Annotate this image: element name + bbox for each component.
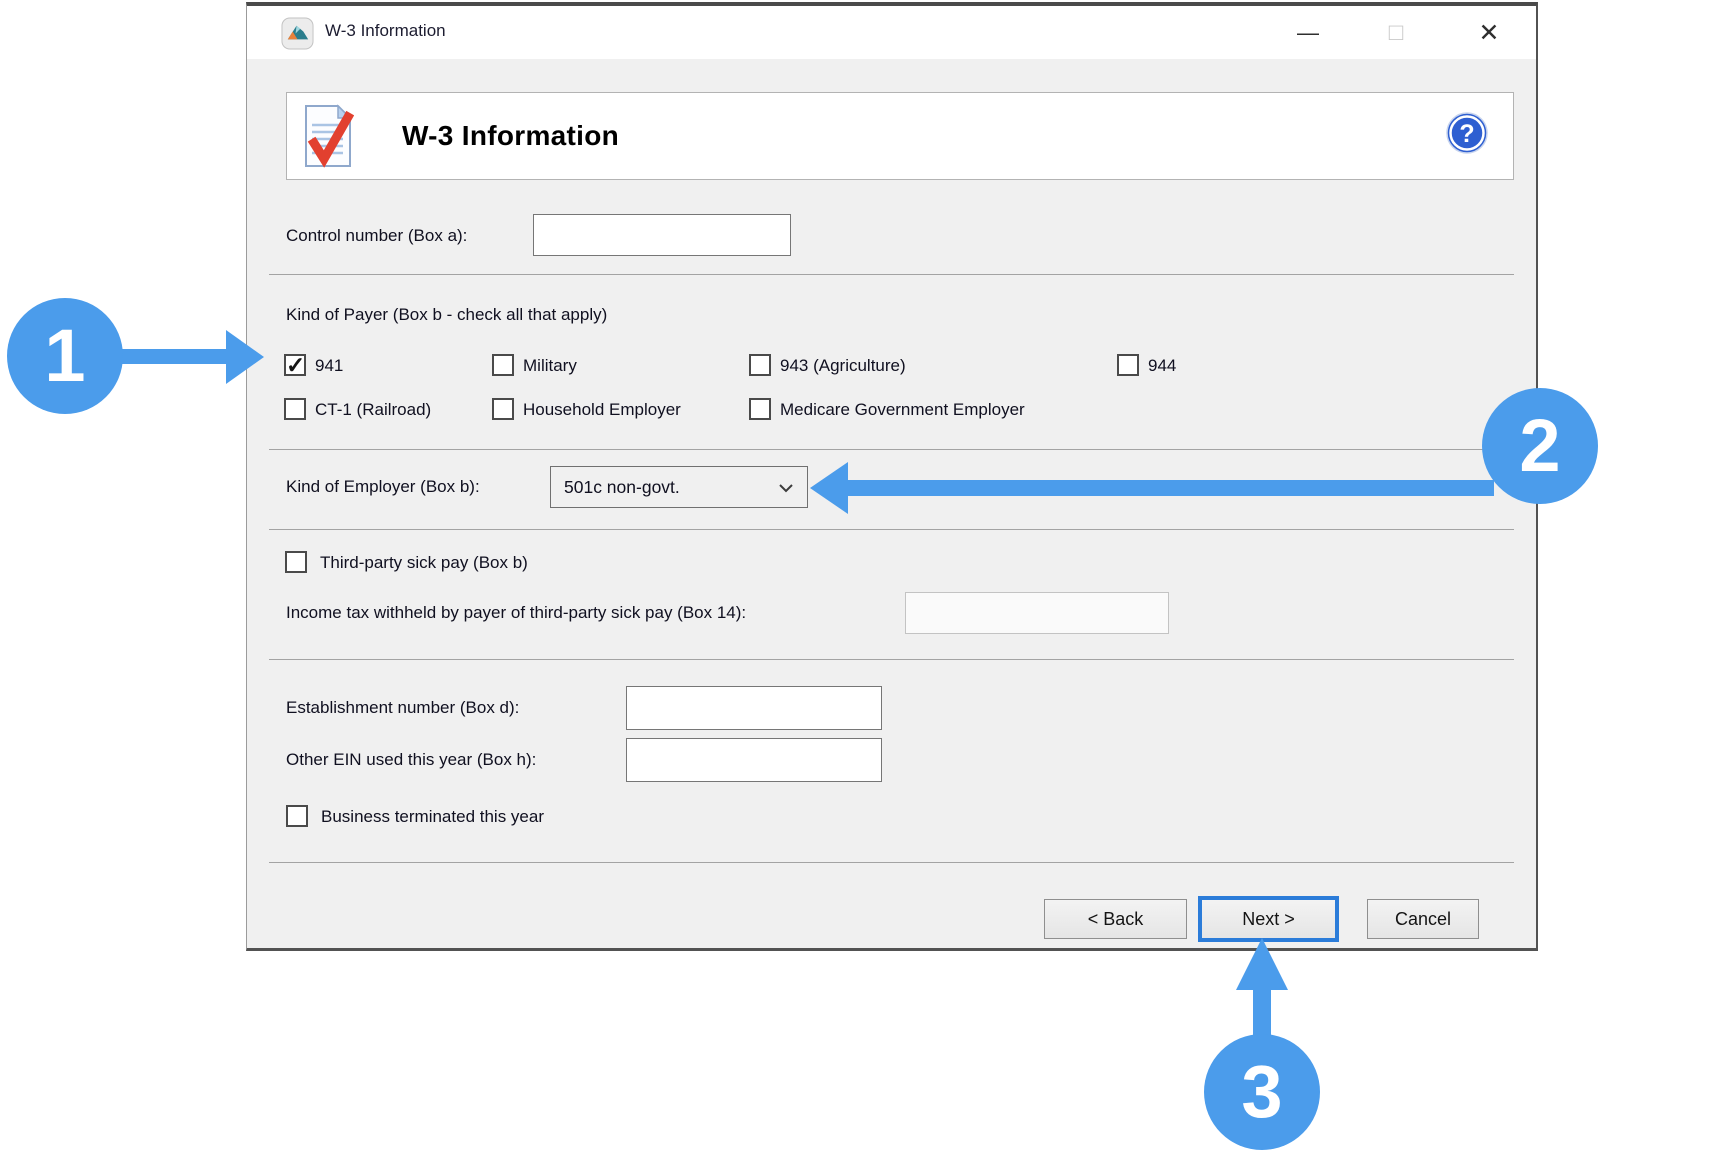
back-button[interactable]: < Back [1044,899,1187,939]
kind-of-payer-military-checkbox[interactable] [492,354,514,376]
kind-of-payer-household-checkbox[interactable] [492,398,514,420]
income-tax-withheld-input [905,592,1169,634]
close-button[interactable]: ✕ [1466,10,1512,56]
control-number-input[interactable] [533,214,791,256]
business-terminated-label: Business terminated this year [321,805,544,828]
annotation-1-number: 1 [44,314,85,397]
kind-of-payer-household-label: Household Employer [523,398,681,421]
other-ein-input[interactable] [626,738,882,782]
annotation-3-arrow: 3 [1204,938,1320,1150]
title-bar: W-3 Information — □ ✕ [247,6,1536,59]
kind-of-employer-dropdown[interactable]: 501c non-govt. [550,466,808,508]
page-title: W-3 Information [402,93,619,179]
kind-of-payer-ct1-checkbox[interactable] [284,398,306,420]
minimize-button[interactable]: — [1285,10,1331,56]
kind-of-payer-944-label: 944 [1148,354,1176,377]
business-terminated-checkbox[interactable] [286,805,308,827]
other-ein-label: Other EIN used this year (Box h): [286,738,536,782]
kind-of-payer-ct1-label: CT-1 (Railroad) [315,398,431,421]
help-icon[interactable]: ? [1445,111,1489,155]
cancel-button[interactable]: Cancel [1367,899,1479,939]
separator [269,659,1514,660]
w3-information-dialog: W-3 Information — □ ✕ W-3 Information ? … [246,2,1538,951]
kind-of-payer-943-label: 943 (Agriculture) [780,354,906,377]
window-title: W-3 Information [325,6,446,59]
kind-of-employer-value: 501c non-govt. [564,467,680,507]
kind-of-payer-military-label: Military [523,354,577,377]
establishment-number-input[interactable] [626,686,882,730]
kind-of-payer-941-label: 941 [315,354,343,377]
kind-of-payer-label: Kind of Payer (Box b - check all that ap… [286,302,607,328]
annotation-3-circle [1204,1034,1320,1150]
kind-of-payer-943-checkbox[interactable] [749,354,771,376]
separator [269,862,1514,863]
kind-of-payer-medicare-checkbox[interactable] [749,398,771,420]
header-panel: W-3 Information ? [286,92,1514,180]
document-check-icon [302,104,354,168]
maximize-button: □ [1373,10,1419,56]
third-party-sick-pay-checkbox[interactable] [285,551,307,573]
next-button[interactable]: Next > [1198,896,1339,942]
annotation-1-arrow: 1 [7,298,264,414]
control-number-label: Control number (Box a): [286,214,467,258]
separator [269,274,1514,275]
kind-of-payer-941-checkbox[interactable]: ✓ [284,354,306,376]
annotation-3-number: 3 [1241,1050,1282,1133]
app-icon [281,17,314,50]
chevron-down-icon [778,483,794,493]
third-party-sick-pay-label: Third-party sick pay (Box b) [320,551,528,574]
kind-of-employer-label: Kind of Employer (Box b): [286,466,480,508]
annotation-1-circle [7,298,123,414]
establishment-number-label: Establishment number (Box d): [286,686,519,730]
kind-of-payer-medicare-label: Medicare Government Employer [780,398,1025,421]
separator [269,449,1514,450]
income-tax-withheld-label: Income tax withheld by payer of third-pa… [286,592,746,634]
svg-text:?: ? [1459,120,1474,148]
separator [269,529,1514,530]
kind-of-payer-944-checkbox[interactable] [1117,354,1139,376]
check-icon: ✓ [286,356,304,374]
